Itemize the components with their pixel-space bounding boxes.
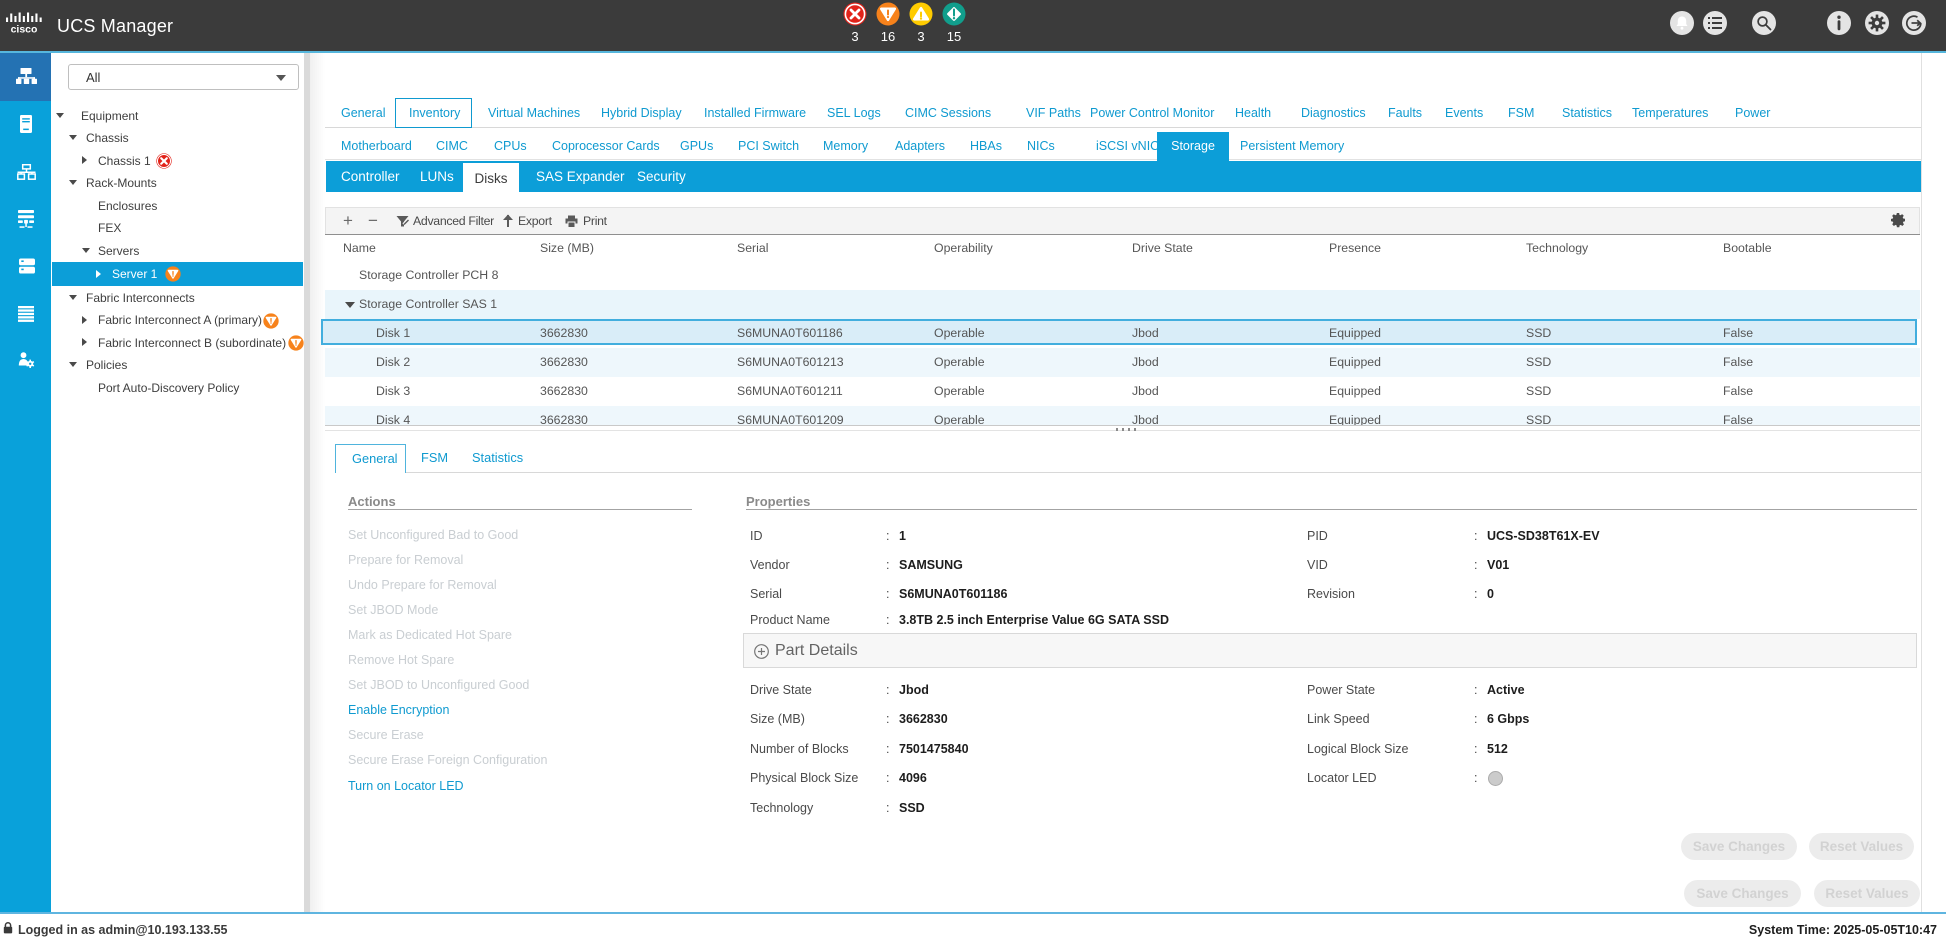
svg-text:cisco: cisco: [11, 24, 38, 35]
